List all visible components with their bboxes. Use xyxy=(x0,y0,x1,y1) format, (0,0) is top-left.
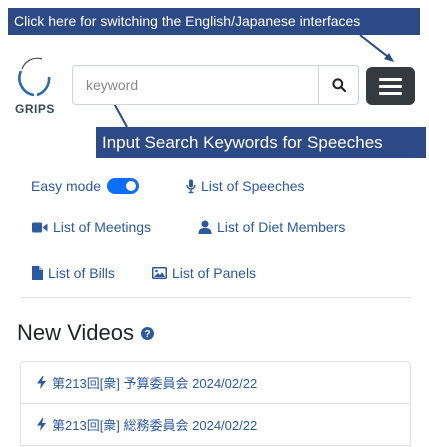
logo-mark-icon xyxy=(18,57,51,97)
nav-panels-label: List of Panels xyxy=(172,265,257,281)
toggle-switch[interactable] xyxy=(107,178,140,194)
hamburger-menu-icon xyxy=(379,78,402,81)
image-icon xyxy=(152,267,167,279)
svg-text:?: ? xyxy=(144,329,150,340)
hamburger-menu-icon xyxy=(379,92,402,95)
question-circle-icon[interactable]: ? xyxy=(141,326,154,340)
video-camera-icon xyxy=(32,222,48,232)
search-input[interactable] xyxy=(73,66,318,104)
nav-list-of-diet-members[interactable]: List of Diet Members xyxy=(198,219,345,235)
toggle-knob xyxy=(126,181,137,191)
video-title: 第213回[衆] 総務委員会 2024/02/22 xyxy=(52,418,258,433)
video-list-item[interactable]: 第213回[衆] 総務委員会 2024/02/22 xyxy=(20,403,411,446)
search-bar xyxy=(72,65,359,105)
search-button[interactable] xyxy=(318,66,358,104)
nav-list-of-panels[interactable]: List of Panels xyxy=(152,265,256,281)
section-divider xyxy=(20,297,412,298)
language-menu-button[interactable] xyxy=(366,67,415,105)
language-arrow-line xyxy=(359,34,393,61)
video-list-item[interactable]: 第213回[衆] 予算委員会 2024/02/22 xyxy=(20,361,411,404)
search-keywords-tooltip: Input Search Keywords for Speeches xyxy=(96,127,426,158)
nav-members-label: List of Diet Members xyxy=(217,219,346,235)
nav-list-of-bills[interactable]: List of Bills xyxy=(32,265,115,281)
easy-mode-label: Easy mode xyxy=(31,178,102,194)
microphone-icon xyxy=(186,179,196,193)
bolt-icon xyxy=(37,418,46,431)
new-videos-heading: New Videos ? xyxy=(17,320,154,346)
search-icon xyxy=(331,78,346,92)
grips-logo[interactable]: GRIPS xyxy=(14,57,62,119)
bolt-icon xyxy=(37,376,46,389)
nav-list-of-speeches[interactable]: List of Speeches xyxy=(186,178,305,194)
file-icon xyxy=(32,266,43,280)
language-switch-tooltip: Click here for switching the English/Jap… xyxy=(8,8,420,35)
nav-list-of-meetings[interactable]: List of Meetings xyxy=(32,219,151,235)
new-videos-title: New Videos xyxy=(17,320,134,345)
hamburger-menu-icon xyxy=(379,85,402,88)
video-title: 第213回[衆] 予算委員会 2024/02/22 xyxy=(52,376,258,391)
nav-meetings-label: List of Meetings xyxy=(53,219,152,235)
nav-speeches-label: List of Speeches xyxy=(201,178,305,194)
logo-text: GRIPS xyxy=(15,102,55,116)
user-icon xyxy=(198,220,212,234)
language-arrow-head xyxy=(384,53,394,62)
nav-bills-label: List of Bills xyxy=(48,265,115,281)
easy-mode-toggle[interactable]: Easy mode xyxy=(31,178,140,194)
